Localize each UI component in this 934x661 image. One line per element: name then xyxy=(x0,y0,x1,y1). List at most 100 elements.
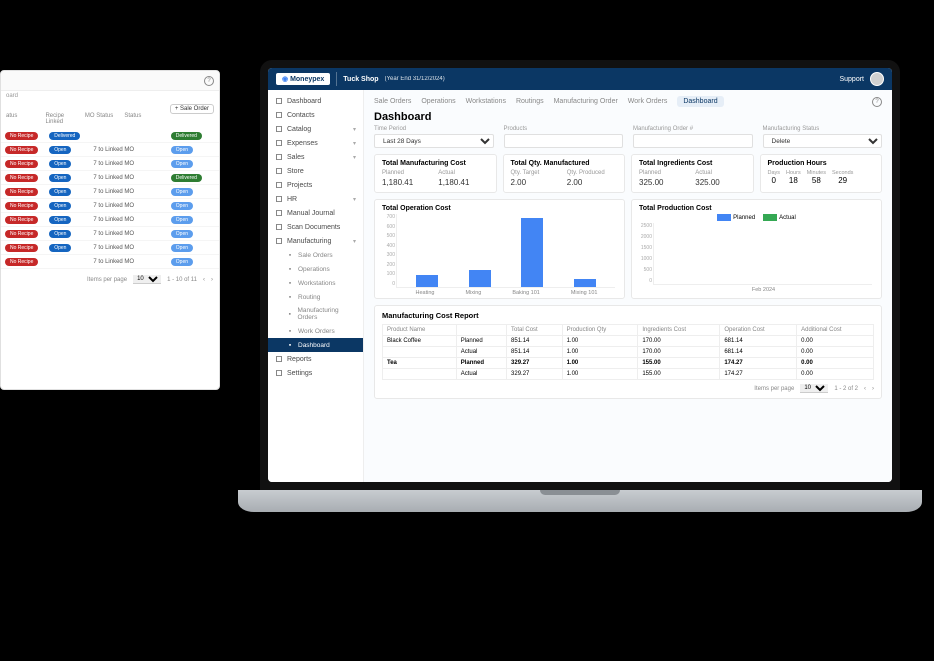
help-icon[interactable]: ? xyxy=(204,76,214,86)
bar xyxy=(416,275,438,288)
dot-icon: ▪ xyxy=(286,341,294,349)
report-mfg-cost: Manufacturing Cost Report Product NameTo… xyxy=(374,305,882,399)
dot-icon: ▪ xyxy=(286,251,294,259)
table-row[interactable]: No Recipe Open 7 to Linked MO Open xyxy=(1,185,219,199)
topbar: ◉ Moneypex Tuck Shop (Year End 31/12/202… xyxy=(268,68,892,90)
users-icon xyxy=(275,195,283,203)
filter-mo-status[interactable]: Delete xyxy=(763,134,883,148)
table-row: Actual851.141.00170.00681.140.00 xyxy=(383,347,874,358)
tab-work-orders[interactable]: Work Orders xyxy=(628,96,668,107)
table-row[interactable]: No Recipe Open 7 to Linked MO Open xyxy=(1,213,219,227)
sidebar-sub-sale-orders[interactable]: ▪Sale Orders xyxy=(268,248,363,262)
table-row[interactable]: No Recipe Open 7 to Linked MO Open xyxy=(1,157,219,171)
dot-icon: ▪ xyxy=(286,279,294,287)
briefcase-icon xyxy=(275,181,283,189)
partial-title: oard xyxy=(1,91,219,101)
sidebar-item-manual-journal[interactable]: Manual Journal xyxy=(268,206,363,220)
gear-icon xyxy=(275,369,283,377)
chevron-left-icon[interactable]: ‹ xyxy=(864,386,866,392)
sidebar-sub-manufacturing-orders[interactable]: ▪Manufacturing Orders xyxy=(268,304,363,324)
dot-icon: ▪ xyxy=(286,265,294,273)
filter-time-period[interactable]: Last 28 Days xyxy=(374,134,494,148)
help-icon[interactable]: ? xyxy=(872,97,882,107)
page-title: Dashboard xyxy=(374,111,882,123)
sidebar-item-catalog[interactable]: Catalog▾ xyxy=(268,122,363,136)
tab-operations[interactable]: Operations xyxy=(421,96,455,107)
kpi-total-mfg-cost: Total Manufacturing Cost Planned1,180.41… xyxy=(374,154,497,193)
filter-label-products: Products xyxy=(504,126,624,132)
sidebar: DashboardContactsCatalog▾Expenses▾Sales▾… xyxy=(268,90,364,482)
secondary-screen-partial: ? oard + Sale Order atus Recipe Linked M… xyxy=(0,70,220,390)
chevron-right-icon[interactable]: › xyxy=(872,386,874,392)
app-window: ◉ Moneypex Tuck Shop (Year End 31/12/202… xyxy=(268,68,892,482)
table-row: Black CoffeePlanned851.141.00170.00681.1… xyxy=(383,336,874,347)
filter-label-mo-num: Manufacturing Order # xyxy=(633,126,753,132)
table-row[interactable]: No Recipe 7 to Linked MO Open xyxy=(1,255,219,269)
support-link[interactable]: Support xyxy=(839,76,864,83)
sidebar-sub-work-orders[interactable]: ▪Work Orders xyxy=(268,324,363,338)
partial-filter-head: atus Recipe Linked MO Status Status xyxy=(1,101,165,129)
tab-strip: Sale Orders Operations Workstations Routing… xyxy=(374,96,882,107)
table-row[interactable]: No Recipe Open 7 to Linked MO Open xyxy=(1,143,219,157)
table-row[interactable]: No Recipe Delivered Delivered xyxy=(1,129,219,143)
sidebar-item-sales[interactable]: Sales▾ xyxy=(268,150,363,164)
sidebar-item-manufacturing[interactable]: Manufacturing▾ xyxy=(268,234,363,248)
tab-sale-orders[interactable]: Sale Orders xyxy=(374,96,411,107)
bar xyxy=(521,218,543,287)
report-pager: Items per page 10 1 - 2 of 2 ‹ › xyxy=(382,380,874,393)
sidebar-sub-workstations[interactable]: ▪Workstations xyxy=(268,276,363,290)
chart-production-cost: Total Production Cost Planned Actual 250… xyxy=(631,199,882,299)
dot-icon: ▪ xyxy=(286,293,294,301)
sidebar-item-dashboard[interactable]: Dashboard xyxy=(268,94,363,108)
tab-dashboard[interactable]: Dashboard xyxy=(677,96,723,107)
main-content: Sale Orders Operations Workstations Routing… xyxy=(364,90,892,482)
filter-row: Time Period Last 28 Days Products Manufa… xyxy=(374,126,882,148)
avatar[interactable] xyxy=(870,72,884,86)
partial-per-page-select[interactable]: 10 xyxy=(133,275,161,284)
table-row[interactable]: No Recipe Open 7 to Linked MO Open xyxy=(1,241,219,255)
dot-icon: ▪ xyxy=(286,327,294,335)
sidebar-sub-dashboard[interactable]: ▪Dashboard xyxy=(268,338,363,352)
factory-icon xyxy=(275,237,283,245)
bar xyxy=(574,279,596,287)
filter-products[interactable] xyxy=(504,134,624,148)
sidebar-item-store[interactable]: Store xyxy=(268,164,363,178)
sidebar-item-reports[interactable]: Reports xyxy=(268,352,363,366)
cart-icon xyxy=(275,153,283,161)
brand-logo: ◉ Moneypex xyxy=(276,73,330,85)
table-row[interactable]: No Recipe Open 7 to Linked MO Open xyxy=(1,199,219,213)
kpi-ingredients-cost: Total Ingredients Cost Planned325.00 Act… xyxy=(631,154,754,193)
chevron-right-icon[interactable]: › xyxy=(211,277,213,283)
sidebar-item-hr[interactable]: HR▾ xyxy=(268,192,363,206)
user-icon xyxy=(275,111,283,119)
table-row[interactable]: No Recipe Open 7 to Linked MO Open xyxy=(1,227,219,241)
new-sale-order-button[interactable]: + Sale Order xyxy=(170,104,214,114)
sidebar-item-scan-documents[interactable]: Scan Documents xyxy=(268,220,363,234)
sidebar-item-contacts[interactable]: Contacts xyxy=(268,108,363,122)
store-icon xyxy=(275,167,283,175)
report-per-page-select[interactable]: 10 xyxy=(800,384,828,393)
book-icon xyxy=(275,209,283,217)
filter-label-time: Time Period xyxy=(374,126,494,132)
tab-routings[interactable]: Routings xyxy=(516,96,544,107)
table-row[interactable]: No Recipe Open 7 to Linked MO Delivered xyxy=(1,171,219,185)
dot-icon: ▪ xyxy=(286,310,293,318)
company-name: Tuck Shop xyxy=(343,76,378,83)
sidebar-sub-routing[interactable]: ▪Routing xyxy=(268,290,363,304)
report-icon xyxy=(275,355,283,363)
partial-pager: Items per page 10 1 - 10 of 11 ‹ › xyxy=(1,269,219,290)
sidebar-item-expenses[interactable]: Expenses▾ xyxy=(268,136,363,150)
kpi-total-qty: Total Qty. Manufactured Qty. Target2.00 … xyxy=(503,154,626,193)
report-table: Product NameTotal CostProduction QtyIngr… xyxy=(382,324,874,380)
chevron-left-icon[interactable]: ‹ xyxy=(203,277,205,283)
bar xyxy=(469,270,491,287)
sidebar-item-settings[interactable]: Settings xyxy=(268,366,363,380)
filter-label-mo-status: Manufacturing Status xyxy=(763,126,883,132)
grid-icon xyxy=(275,97,283,105)
tab-manufacturing-order[interactable]: Manufacturing Order xyxy=(554,96,618,107)
filter-mo-number[interactable] xyxy=(633,134,753,148)
sidebar-sub-operations[interactable]: ▪Operations xyxy=(268,262,363,276)
table-row: Actual329.271.00155.00174.270.00 xyxy=(383,369,874,380)
tab-workstations[interactable]: Workstations xyxy=(466,96,506,107)
sidebar-item-projects[interactable]: Projects xyxy=(268,178,363,192)
